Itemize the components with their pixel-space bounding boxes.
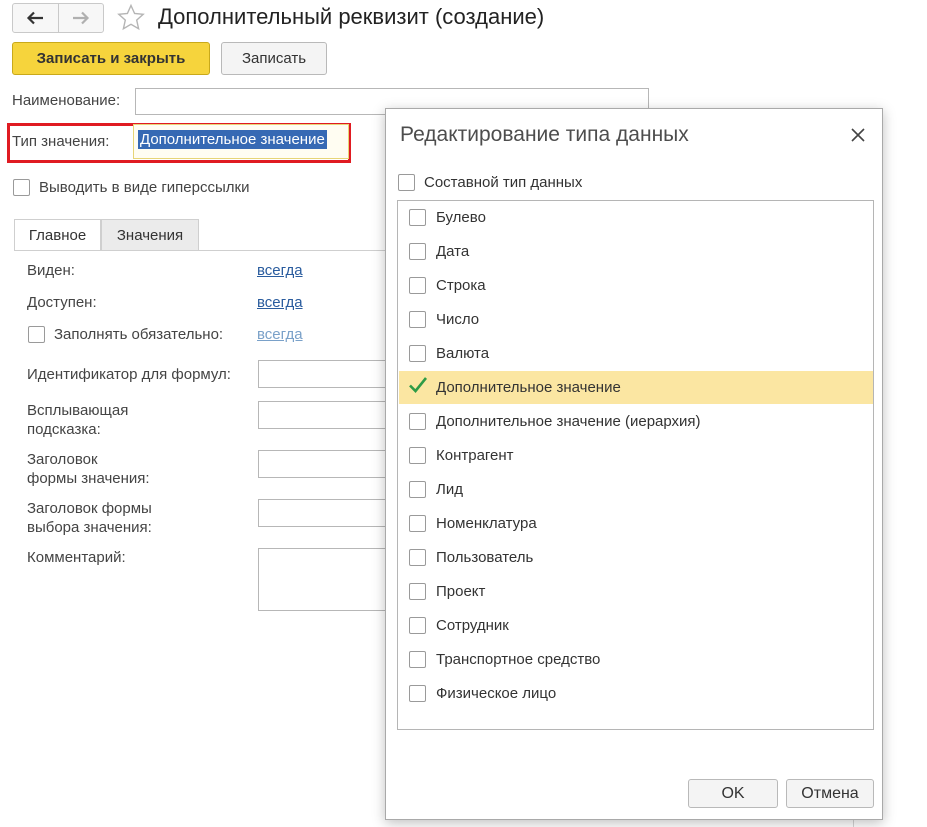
composite-checkbox[interactable] bbox=[398, 174, 415, 191]
type-item-project[interactable]: Проект bbox=[399, 575, 873, 608]
type-item-nomenclature[interactable]: Номенклатура bbox=[399, 507, 873, 540]
history-nav bbox=[12, 3, 104, 33]
dialog-title: Редактирование типа данных bbox=[400, 123, 689, 146]
item-checkbox[interactable] bbox=[409, 345, 426, 362]
tooltip-label-line2: подсказка: bbox=[27, 421, 101, 438]
type-item-date[interactable]: Дата bbox=[399, 235, 873, 268]
type-item-individual[interactable]: Физическое лицо bbox=[399, 677, 873, 710]
value-form-label-line1: Заголовок bbox=[27, 451, 98, 468]
item-label: Проект bbox=[436, 583, 486, 600]
type-item-string[interactable]: Строка bbox=[399, 269, 873, 302]
composite-label: Составной тип данных bbox=[424, 174, 583, 191]
save-and-close-button[interactable]: Записать и закрыть bbox=[12, 42, 210, 75]
item-label: Дополнительное значение bbox=[436, 379, 621, 396]
type-item-boolean[interactable]: Булево bbox=[399, 201, 873, 234]
value-form-label-line2: формы значения: bbox=[27, 470, 150, 487]
identifier-label: Идентификатор для формул: bbox=[27, 366, 231, 383]
ok-button[interactable]: OK bbox=[688, 779, 778, 808]
item-label: Транспортное средство bbox=[436, 651, 601, 668]
item-label: Число bbox=[436, 311, 480, 328]
type-item-additional-value[interactable]: Дополнительное значение bbox=[399, 371, 873, 404]
tab-main[interactable]: Главное bbox=[14, 219, 101, 251]
required-checkbox[interactable] bbox=[28, 326, 45, 343]
name-label: Наименование: bbox=[12, 92, 121, 109]
visible-label: Виден: bbox=[27, 262, 75, 279]
type-list: Булево Дата Строка Число Валюта Дополнит… bbox=[397, 200, 874, 730]
comment-textarea[interactable] bbox=[258, 548, 398, 611]
item-checkbox[interactable] bbox=[409, 583, 426, 600]
tooltip-input[interactable] bbox=[258, 401, 398, 429]
comment-label: Комментарий: bbox=[27, 549, 126, 566]
item-label: Физическое лицо bbox=[436, 685, 557, 702]
tab-divider bbox=[14, 250, 394, 251]
tab-values[interactable]: Значения bbox=[101, 219, 199, 251]
type-item-number[interactable]: Число bbox=[399, 303, 873, 336]
item-label: Валюта bbox=[436, 345, 490, 362]
window-title: Дополнительный реквизит (создание) bbox=[158, 4, 545, 29]
item-label: Дата bbox=[436, 243, 470, 260]
type-item-counterparty[interactable]: Контрагент bbox=[399, 439, 873, 472]
item-checkbox[interactable] bbox=[409, 447, 426, 464]
required-link[interactable]: всегда bbox=[257, 326, 303, 343]
item-checkbox[interactable] bbox=[409, 209, 426, 226]
item-checkbox[interactable] bbox=[409, 413, 426, 430]
dialog-close-button[interactable] bbox=[848, 125, 868, 145]
item-checkbox[interactable] bbox=[409, 685, 426, 702]
tooltip-label-line1: Всплывающая bbox=[27, 402, 129, 419]
value-form-input[interactable] bbox=[258, 450, 398, 478]
available-label: Доступен: bbox=[27, 294, 97, 311]
cancel-button[interactable]: Отмена bbox=[786, 779, 874, 808]
type-item-additional-value-hierarchy[interactable]: Дополнительное значение (иерархия) bbox=[399, 405, 873, 438]
item-checkbox-checked[interactable] bbox=[409, 377, 428, 396]
item-checkbox[interactable] bbox=[409, 515, 426, 532]
type-item-vehicle[interactable]: Транспортное средство bbox=[399, 643, 873, 676]
identifier-input[interactable] bbox=[258, 360, 398, 388]
choice-form-input[interactable] bbox=[258, 499, 398, 527]
available-link[interactable]: всегда bbox=[257, 294, 303, 311]
checkmark-icon bbox=[409, 377, 428, 393]
type-value: Дополнительное значение bbox=[138, 130, 327, 149]
type-item-currency[interactable]: Валюта bbox=[399, 337, 873, 370]
star-icon bbox=[117, 3, 145, 31]
item-checkbox[interactable] bbox=[409, 481, 426, 498]
type-item-user[interactable]: Пользователь bbox=[399, 541, 873, 574]
type-item-lead[interactable]: Лид bbox=[399, 473, 873, 506]
item-label: Пользователь bbox=[436, 549, 534, 566]
back-button[interactable] bbox=[13, 4, 58, 32]
edit-type-dialog: Редактирование типа данных Составной тип… bbox=[385, 108, 883, 820]
item-label: Булево bbox=[436, 209, 486, 226]
required-label: Заполнять обязательно: bbox=[54, 326, 224, 343]
close-icon bbox=[851, 128, 865, 142]
item-checkbox[interactable] bbox=[409, 243, 426, 260]
type-item-employee[interactable]: Сотрудник bbox=[399, 609, 873, 642]
hyperlink-checkbox[interactable] bbox=[13, 179, 30, 196]
forward-arrow-icon bbox=[72, 11, 89, 25]
item-label: Лид bbox=[436, 481, 463, 498]
item-label: Дополнительное значение (иерархия) bbox=[436, 413, 701, 430]
item-label: Сотрудник bbox=[436, 617, 509, 634]
type-label: Тип значения: bbox=[12, 133, 110, 150]
item-checkbox[interactable] bbox=[409, 617, 426, 634]
forward-button[interactable] bbox=[57, 4, 104, 32]
item-checkbox[interactable] bbox=[409, 549, 426, 566]
item-checkbox[interactable] bbox=[409, 277, 426, 294]
item-checkbox[interactable] bbox=[409, 311, 426, 328]
choice-form-label-line2: выбора значения: bbox=[27, 519, 152, 536]
composite-type-option[interactable]: Составной тип данных bbox=[398, 174, 582, 191]
item-label: Контрагент bbox=[436, 447, 514, 464]
choice-form-label-line1: Заголовок формы bbox=[27, 500, 152, 517]
back-arrow-icon bbox=[27, 11, 44, 25]
item-label: Номенклатура bbox=[436, 515, 537, 532]
save-button[interactable]: Записать bbox=[221, 42, 327, 75]
item-label: Строка bbox=[436, 277, 486, 294]
hyperlink-label: Выводить в виде гиперссылки bbox=[39, 179, 250, 196]
visible-link[interactable]: всегда bbox=[257, 262, 303, 279]
favorite-star-button[interactable] bbox=[116, 3, 146, 33]
item-checkbox[interactable] bbox=[409, 651, 426, 668]
